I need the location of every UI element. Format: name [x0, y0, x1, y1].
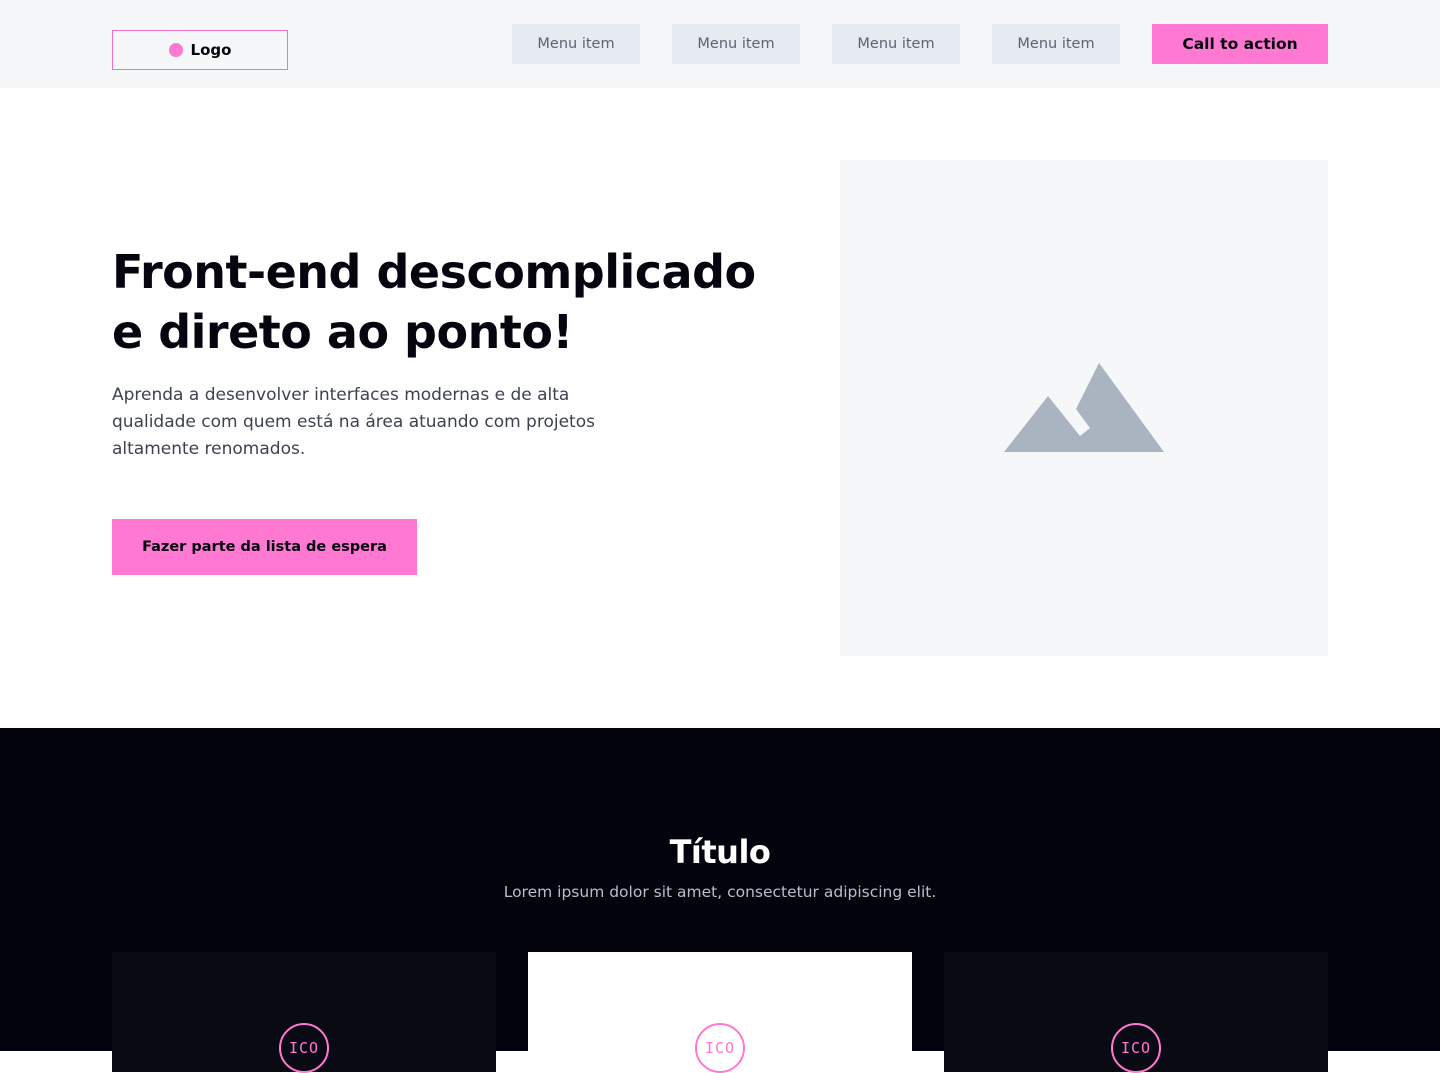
menu-item-2[interactable]: Menu item — [672, 24, 800, 64]
hero-title-line-1: Front-end descomplicado — [112, 245, 756, 299]
card-icon-label: ICO — [1120, 1039, 1152, 1057]
section-title: Título — [669, 833, 771, 871]
logo-dot-icon — [168, 43, 183, 57]
card-icon-label: ICO — [704, 1039, 736, 1057]
waitlist-button[interactable]: Fazer parte da lista de espera — [112, 519, 417, 575]
hero-title: Front-end descomplicado e direto ao pont… — [112, 242, 772, 362]
feature-card-2: ICO — [528, 952, 912, 1073]
card-icon-label: ICO — [288, 1039, 320, 1057]
hero-image-placeholder — [840, 160, 1328, 656]
section-subtitle: Lorem ipsum dolor sit amet, consectetur … — [503, 883, 937, 901]
logo-label: Logo — [190, 41, 232, 59]
card-icon: ICO — [1111, 1023, 1161, 1073]
menu-item-3[interactable]: Menu item — [832, 24, 960, 64]
image-placeholder-icon — [1004, 363, 1164, 452]
hero-subtitle: Aprenda a desenvolver interfaces moderna… — [112, 385, 595, 459]
feature-card-3: ICO — [944, 952, 1328, 1073]
logo[interactable]: Logo — [112, 30, 288, 70]
card-icon: ICO — [279, 1023, 329, 1073]
menu-item-1[interactable]: Menu item — [512, 24, 640, 64]
call-to-action-button[interactable]: Call to action — [1152, 24, 1328, 64]
top-header: Logo Menu item Menu item Menu item Menu … — [0, 0, 1440, 88]
hero-title-line-2: e direto ao ponto! — [112, 305, 573, 359]
menu-item-4[interactable]: Menu item — [992, 24, 1120, 64]
feature-card-1: ICO — [112, 952, 496, 1073]
card-icon: ICO — [695, 1023, 745, 1073]
